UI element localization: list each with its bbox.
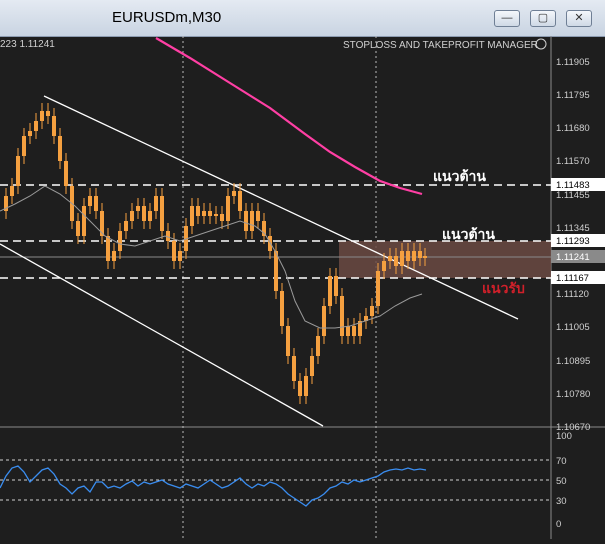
candle-body [124, 221, 128, 231]
candle-body [16, 156, 20, 186]
window-title: EURUSDm,M30 [112, 9, 222, 26]
candle-body [46, 111, 50, 116]
candle-body [178, 251, 182, 261]
slow-moving-average [155, 37, 423, 196]
candle-body [418, 251, 422, 258]
price-tick-label: 1.11905 [556, 57, 590, 68]
osc-axis-30: 30 [556, 496, 567, 507]
candle-body [214, 214, 218, 216]
resistance-label-1: แนวต้าน [433, 168, 486, 184]
candle-body [166, 231, 170, 241]
candle-body [394, 256, 398, 266]
candle-body [34, 121, 38, 131]
candle-body [196, 206, 200, 216]
candle-body [142, 206, 146, 221]
sl-tp-manager-label[interactable]: STOPLOSS AND TAKEPROFIT MANAGER [343, 40, 538, 51]
chart-area[interactable]: 223 1.11241 STOPLOSS AND TAKEPROFIT MANA… [0, 36, 605, 539]
price-tick-label: 1.11345 [556, 223, 590, 234]
candle-body [292, 356, 296, 381]
resistance-price-1: 1.11483 [556, 180, 590, 191]
candle-body [82, 206, 86, 236]
candle-body [346, 326, 350, 336]
candle-body [250, 211, 254, 231]
candle-body [238, 191, 242, 211]
support-label: แนวรับ [482, 280, 525, 296]
current-price: 1.11241 [556, 252, 590, 263]
candle-body [322, 306, 326, 336]
candle-body [412, 251, 416, 261]
title-bar[interactable]: EURUSDm,M30 — ▢ ✕ [0, 0, 605, 37]
candle-body [286, 326, 290, 356]
candle-body [88, 196, 92, 206]
candle-body [340, 296, 344, 336]
price-tick-label: 1.11120 [556, 289, 589, 300]
candle-body [154, 196, 158, 211]
resistance-price-2: 1.11293 [556, 236, 590, 247]
candle-body [256, 211, 260, 221]
price-tick-label: 1.10895 [556, 356, 590, 367]
channel-upper-line[interactable] [43, 95, 519, 320]
candle-body [316, 336, 320, 356]
price-tick-label: 1.11795 [556, 90, 590, 101]
candle-body [106, 236, 110, 261]
candle-body [400, 251, 404, 266]
candle-body [76, 221, 80, 236]
price-tick-label: 1.11570 [556, 156, 590, 167]
candle-body [28, 131, 32, 136]
candle-body [130, 211, 134, 221]
candle-body [136, 206, 140, 211]
candle-body [40, 111, 44, 121]
candle-body [388, 256, 392, 261]
candle-body [202, 211, 206, 216]
candle-body [370, 306, 374, 316]
candle-body [220, 214, 224, 221]
chart-info-text: 223 1.11241 [0, 39, 55, 50]
price-tick-label: 1.10780 [556, 389, 590, 400]
candle-body [268, 236, 272, 251]
candle-body [334, 276, 338, 296]
price-tick-label: 1.11005 [556, 322, 590, 333]
price-tick-label: 1.11455 [556, 190, 590, 201]
osc-axis-100: 100 [556, 431, 572, 442]
resistance-label-2: แนวต้าน [442, 226, 495, 242]
osc-axis-0: 0 [556, 519, 561, 530]
candle-body [352, 326, 356, 336]
candle-body [244, 211, 248, 231]
candle-body [94, 196, 98, 211]
candle-body [64, 161, 68, 186]
candle-body [382, 261, 386, 271]
osc-axis-70: 70 [556, 456, 567, 467]
candle-body [10, 186, 14, 196]
candle-body [310, 356, 314, 376]
candle-body [298, 381, 302, 396]
supply-zone [339, 241, 551, 278]
candle-body [118, 231, 122, 251]
candle-body [376, 271, 380, 306]
price-tick-label: 1.11680 [556, 123, 590, 134]
chart-window: EURUSDm,M30 — ▢ ✕ 223 1.11241 STOPLOSS A… [0, 0, 605, 539]
candle-body [22, 136, 26, 156]
candle-body [423, 256, 427, 258]
candle-body [232, 191, 236, 196]
price-chart[interactable]: 223 1.11241 STOPLOSS AND TAKEPROFIT MANA… [0, 36, 605, 539]
candle-body [304, 376, 308, 396]
minimize-button[interactable]: — [494, 10, 520, 27]
candle-body [58, 136, 62, 161]
candle-body [226, 196, 230, 221]
candle-body [274, 251, 278, 291]
candle-body [52, 116, 56, 136]
candle-body [328, 276, 332, 306]
candle-body [406, 251, 410, 261]
support-price: 1.11167 [556, 273, 589, 284]
osc-axis-50: 50 [556, 476, 567, 487]
candle-body [160, 196, 164, 231]
candle-body [190, 206, 194, 226]
candle-body [148, 211, 152, 221]
candle-body [280, 291, 284, 326]
candle-body [208, 211, 212, 216]
maximize-button[interactable]: ▢ [530, 10, 556, 27]
candle-body [172, 241, 176, 261]
close-button[interactable]: ✕ [566, 10, 592, 27]
candle-body [112, 251, 116, 261]
